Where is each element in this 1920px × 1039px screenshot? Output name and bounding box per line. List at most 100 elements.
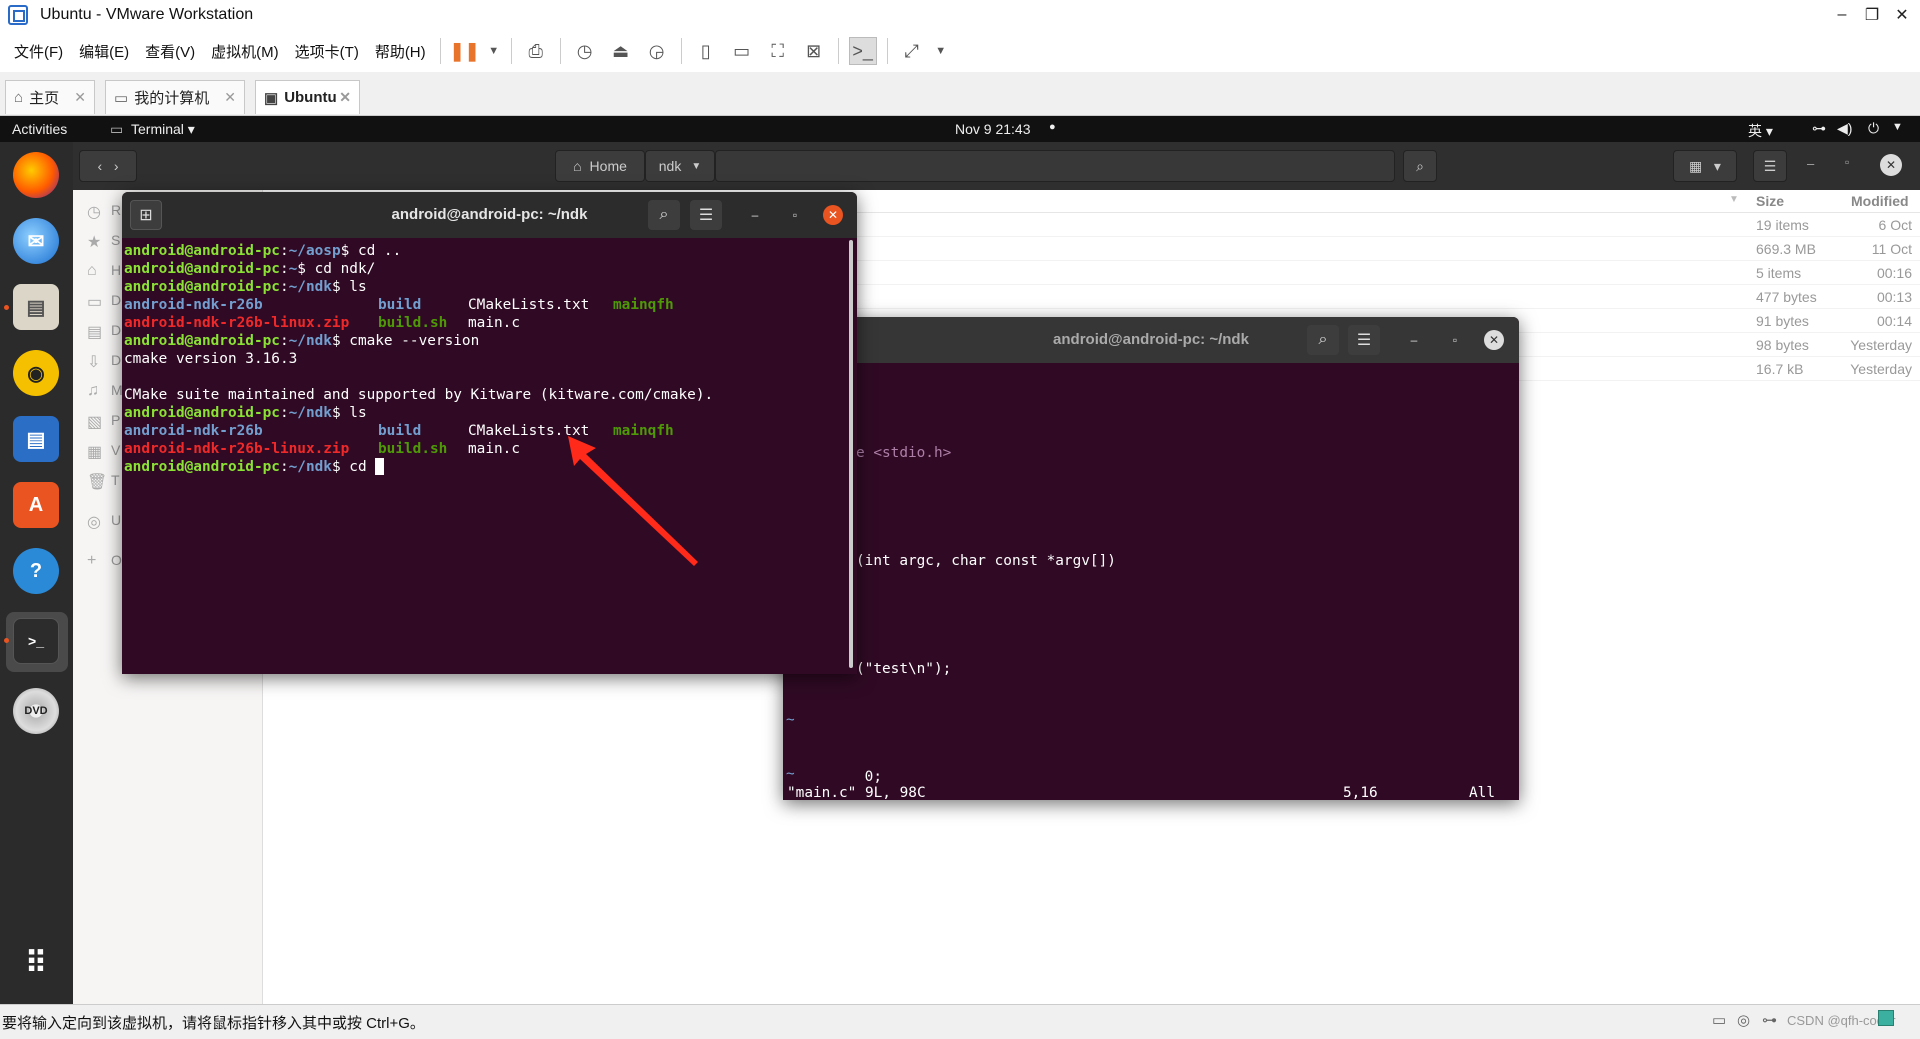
network-icon[interactable]: ⊶ — [1812, 120, 1826, 137]
star-icon[interactable]: ★ — [87, 232, 101, 252]
rhythmbox-icon[interactable]: ◉ — [13, 350, 59, 396]
minimize-icon[interactable]: – — [745, 205, 765, 225]
sidebar-item-videos[interactable]: V — [111, 442, 120, 458]
terminal-window-main[interactable]: ⊞ android@android-pc: ~/ndk ⌕ ☰ – ▫ ✕ an… — [122, 192, 857, 674]
sidebar-item-trash[interactable]: T — [111, 472, 120, 488]
videos-icon[interactable]: ▦ — [87, 442, 102, 462]
close-icon[interactable]: ✕ — [823, 205, 843, 225]
terminal-output[interactable]: android@android-pc:~/aosp$ cd .. android@… — [122, 238, 857, 674]
column-size[interactable]: Size — [1756, 193, 1784, 209]
maximize-icon[interactable]: ▫ — [785, 205, 805, 225]
files-icon[interactable]: ▤ — [13, 284, 59, 330]
menu-file[interactable]: 文件(F) — [6, 41, 71, 62]
close-icon[interactable]: ✕ — [1484, 330, 1504, 350]
dvd-icon[interactable]: DVD — [13, 688, 59, 734]
scrollbar[interactable] — [849, 240, 853, 668]
network-adapter-icon[interactable]: ⊶ — [1762, 1011, 1777, 1029]
tab-home[interactable]: ⌂ 主页 ✕ — [5, 80, 95, 114]
terminal-window-vim[interactable]: android@android-pc: ~/ndk ⌕ ☰ – ▫ ✕ e <s… — [783, 317, 1519, 800]
close-tab-icon[interactable]: ✕ — [339, 89, 351, 106]
sort-chevron-icon[interactable]: ▼ — [1729, 194, 1739, 205]
firefox-icon[interactable] — [13, 152, 59, 198]
menu-icon[interactable]: ☰ — [690, 200, 722, 230]
home-icon[interactable]: ⌂ — [87, 262, 97, 280]
sidebar-item-recent[interactable]: R — [111, 202, 121, 218]
snapshot-manager-icon[interactable]: ◶ — [643, 37, 671, 65]
snapshot-icon[interactable]: ◷ — [571, 37, 599, 65]
show-apps-icon[interactable]: ⠿ — [13, 940, 59, 986]
activities-button[interactable]: Activities — [12, 121, 67, 137]
disc-icon[interactable]: ◎ — [87, 512, 101, 532]
chevron-down-icon[interactable]: ▼ — [1892, 121, 1903, 133]
hdd-icon[interactable]: ▭ — [1712, 1011, 1726, 1029]
menu-vm[interactable]: 虚拟机(M) — [203, 41, 287, 62]
sidebar-item-documents[interactable]: D — [111, 322, 121, 338]
close-tab-icon[interactable]: ✕ — [224, 89, 236, 106]
stretch-icon[interactable]: ⤢ — [898, 37, 926, 65]
help-icon[interactable]: ? — [13, 548, 59, 594]
recent-icon[interactable]: ◷ — [87, 202, 101, 222]
software-icon[interactable]: A — [13, 482, 59, 528]
plus-icon[interactable]: + — [87, 552, 96, 570]
chevron-down-icon[interactable]: ▼ — [934, 37, 948, 65]
maximize-icon[interactable]: ▫ — [1445, 330, 1465, 350]
vm-status-icon[interactable] — [1878, 1010, 1894, 1026]
desktop-icon[interactable]: ▭ — [87, 292, 102, 312]
search-icon[interactable]: ⌕ — [1307, 325, 1339, 355]
chevron-down-icon[interactable]: ▼ — [487, 37, 501, 65]
sidebar-item-device[interactable]: U — [111, 512, 121, 528]
cd-icon[interactable]: ◎ — [1737, 1011, 1750, 1029]
power-icon[interactable]: ⏻ — [1868, 120, 1879, 137]
view-grid-icon[interactable]: ▦ ▾ — [1673, 150, 1737, 182]
volume-icon[interactable]: ◀) — [1837, 120, 1852, 137]
tab-ubuntu[interactable]: ▣ Ubuntu ✕ — [255, 80, 360, 114]
revert-snapshot-icon[interactable]: ⏏ — [607, 37, 635, 65]
unity-icon[interactable]: ⊠ — [800, 37, 828, 65]
thunderbird-icon[interactable]: ✉ — [13, 218, 59, 264]
clock[interactable]: Nov 9 21:43 — [955, 121, 1031, 137]
sidebar-item-downloads[interactable]: D — [111, 352, 121, 368]
sidebar-toggle-icon[interactable]: ▯ — [692, 37, 720, 65]
close-tab-icon[interactable]: ✕ — [74, 89, 86, 106]
guest-screen[interactable]: Activities ▭ Terminal ▾ Nov 9 21:43 ● 英 … — [0, 116, 1920, 1004]
close-icon[interactable]: ✕ — [1880, 154, 1902, 176]
minimize-icon[interactable]: – — [1404, 330, 1424, 350]
send-keys-icon[interactable]: ⎙ — [522, 37, 550, 65]
search-icon[interactable]: ⌕ — [648, 200, 680, 230]
thumbnail-icon[interactable]: ▭ — [728, 37, 756, 65]
download-icon[interactable]: ⇩ — [87, 352, 100, 372]
sidebar-item-pictures[interactable]: P — [111, 412, 120, 428]
menu-tabs[interactable]: 选项卡(T) — [287, 41, 367, 62]
tab-my-computer[interactable]: ▭ 我的计算机 ✕ — [105, 80, 245, 114]
fullscreen-icon[interactable]: ⛶ — [764, 37, 792, 65]
terminal-icon[interactable]: >_ — [13, 618, 59, 664]
pause-icon[interactable]: ❚❚ — [450, 37, 480, 65]
menu-view[interactable]: 查看(V) — [137, 41, 203, 62]
music-icon[interactable]: ♫ — [87, 382, 99, 400]
vim-buffer[interactable]: e <stdio.h> (int argc, char const *argv[… — [783, 363, 1519, 800]
path-ndk-button[interactable]: ndk ▼ — [645, 150, 715, 182]
sidebar-item-home[interactable]: H — [111, 262, 121, 278]
menu-help[interactable]: 帮助(H) — [367, 41, 434, 62]
sidebar-item-desktop[interactable]: D — [111, 292, 121, 308]
close-button[interactable]: ✕ — [1882, 0, 1920, 30]
column-modified[interactable]: Modified — [1851, 193, 1909, 209]
menu-icon[interactable]: ☰ — [1348, 325, 1380, 355]
sidebar-item-starred[interactable]: S — [111, 232, 120, 248]
maximize-icon[interactable]: ▫ — [1845, 155, 1849, 169]
libreoffice-writer-icon[interactable]: ▤ — [13, 416, 59, 462]
sidebar-item-other-locations[interactable]: O — [111, 552, 122, 568]
console-icon[interactable]: >_ — [848, 37, 877, 65]
documents-icon[interactable]: ▤ — [87, 322, 102, 342]
sidebar-item-music[interactable]: M — [111, 382, 123, 398]
search-icon[interactable]: ⌕ — [1403, 150, 1437, 182]
input-method-menu[interactable]: 英 ▾ — [1748, 121, 1773, 141]
minimize-icon[interactable]: – — [1807, 156, 1814, 171]
menu-edit[interactable]: 编辑(E) — [71, 41, 137, 62]
path-home-button[interactable]: ⌂ Home — [555, 150, 645, 182]
app-menu[interactable]: Terminal ▾ — [131, 121, 195, 138]
back-forward-buttons[interactable]: ‹ › — [79, 150, 137, 182]
pictures-icon[interactable]: ▧ — [87, 412, 102, 432]
menu-icon[interactable]: ☰ — [1753, 150, 1787, 182]
trash-icon[interactable]: 🗑 — [87, 472, 107, 492]
